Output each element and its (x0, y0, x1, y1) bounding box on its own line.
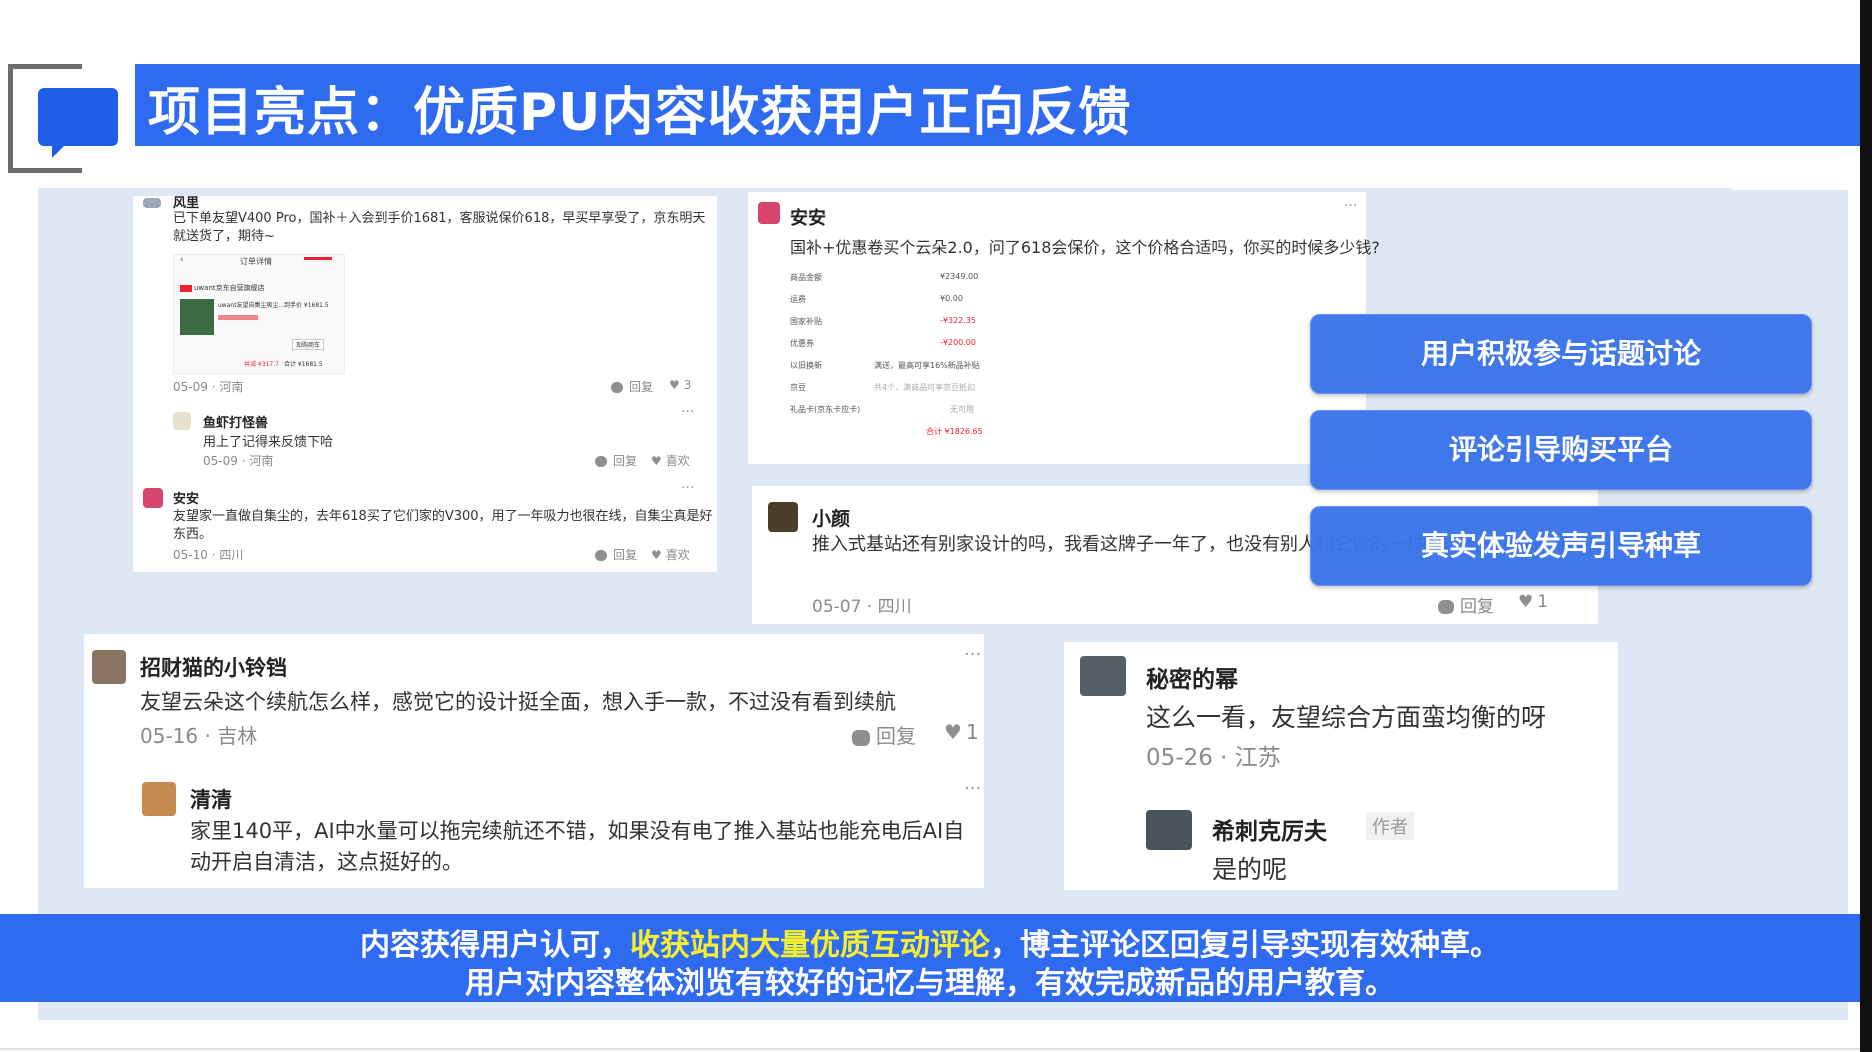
chat-bubble-icon (38, 88, 118, 146)
heart-icon: ♥ (651, 454, 662, 468)
comment-date: 05-09 (173, 380, 208, 394)
like-button[interactable]: ♥ 喜欢 (651, 546, 690, 563)
comment-location: 河南 (219, 380, 244, 394)
more-icon[interactable]: ··· (964, 644, 981, 665)
panel-notch (1732, 176, 1850, 190)
avatar (1080, 656, 1126, 696)
summary-line-2: 用户对内容整体浏览有较好的记忆与理解，有效完成新品的用户教育。 (465, 966, 1395, 1001)
comment-text: 友望家一直做自集尘的，去年618买了它们家的V300，用了一年吸力也很在线，自集… (173, 509, 713, 542)
like-button[interactable]: ♥ 1 (1518, 592, 1548, 612)
username: 秘密的幂 (1146, 667, 1238, 693)
comment-text: 友望云朵这个续航怎么样，感觉它的设计挺全面，想入手一款，不过没有看到续航 (140, 690, 896, 714)
more-icon[interactable]: ··· (681, 404, 694, 420)
order-screenshot: ‹ 订单详情 uwant京东自营旗舰店 uwant友望自集尘吸尘… 到手价 ¥1… (173, 254, 345, 374)
author-badge: 作者 (1366, 812, 1414, 840)
reply-button[interactable]: 回复 (611, 378, 653, 395)
window-edge (1860, 0, 1872, 1052)
avatar (758, 202, 780, 224)
callout-real-experience: 真实体验发声引导种草 (1310, 506, 1812, 586)
add-cart-button[interactable]: 加购商车 (292, 339, 325, 350)
header-frame-bottom (8, 168, 82, 173)
reply-icon (611, 382, 623, 393)
reply-button[interactable]: 回复 (1438, 592, 1494, 617)
comment-text: 是的呢 (1212, 855, 1288, 884)
header-frame-top (8, 64, 82, 69)
more-icon[interactable]: ··· (681, 480, 694, 496)
reply-icon (1438, 600, 1454, 614)
more-icon[interactable]: ··· (1344, 198, 1357, 214)
heart-icon: ♥ (651, 548, 662, 562)
order-store: uwant京东自营旗舰店 (194, 284, 265, 292)
username: 安安 (790, 208, 826, 229)
username: 希刺克厉夫 (1212, 819, 1327, 845)
username: 小颜 (812, 508, 851, 530)
reply-icon (595, 550, 607, 561)
heart-icon: ♥ (944, 720, 962, 744)
avatar (768, 502, 798, 532)
reply-icon (852, 729, 870, 746)
like-button[interactable]: ♥ 3 (669, 378, 691, 392)
comment-text: 国补+优惠卷买个云朵2.0，问了618会保价，这个价格合适吗，你买的时候多少钱? (790, 238, 1380, 257)
username: 风里 (173, 196, 200, 211)
heart-icon: ♥ (1518, 592, 1534, 612)
avatar (143, 488, 163, 508)
page-title: 项目亮点：优质PU内容收获用户正向反馈 (148, 83, 1132, 143)
like-button[interactable]: ♥ 1 (944, 720, 979, 744)
chat-bubble-tail-icon (52, 144, 66, 158)
product-thumbnail (180, 299, 214, 335)
reply-button[interactable]: 回复 (595, 546, 637, 563)
callout-participation: 用户积极参与话题讨论 (1310, 314, 1812, 394)
comment-text: 这么一看，友望综合方面蛮均衡的呀 (1146, 703, 1547, 732)
avatar (142, 782, 176, 816)
avatar (173, 412, 191, 430)
comment-card-bottom-right: 秘密的幂 这么一看，友望综合方面蛮均衡的呀 05-26 · 江苏 希刺克厉夫 作… (1064, 642, 1618, 890)
comment-card-bottom-left: 招财猫的小铃铛 ··· 友望云朵这个续航怎么样，感觉它的设计挺全面，想入手一款，… (84, 634, 984, 888)
comment-text: 用上了记得来反馈下哈 (203, 435, 334, 450)
reply-icon (595, 456, 607, 467)
like-button[interactable]: ♥ 喜欢 (651, 452, 690, 469)
comment-text: 已下单友望V400 Pro，国补＋入会到手价1681，客服说保价618，早买早享… (173, 211, 706, 244)
comment-text: 家里140平，AI中水量可以拖完续航还不错，如果没有电了推入基站也能充电后AI自… (190, 819, 965, 874)
avatar (92, 650, 126, 684)
avatar (143, 198, 161, 208)
more-icon[interactable]: ··· (964, 778, 981, 799)
username: 鱼虾打怪兽 (203, 416, 269, 431)
reply-button[interactable]: 回复 (852, 720, 916, 749)
comment-card-top-left: 风里 已下单友望V400 Pro，国补＋入会到手价1681，客服说保价618，早… (133, 196, 717, 572)
receipt-screenshot: 商品金额 ¥2349.00 运费 ¥0.00 国家补贴 -¥322.35 优惠券… (790, 272, 983, 436)
callout-purchase-guide: 评论引导购买平台 (1310, 410, 1812, 490)
header-frame-left (8, 64, 13, 173)
reply-button[interactable]: 回复 (595, 452, 637, 469)
comment-card-top-middle: 安安 ··· 国补+优惠卷买个云朵2.0，问了618会保价，这个价格合适吗，你买… (748, 192, 1380, 464)
heart-icon: ♥ (669, 378, 680, 392)
bottom-divider (0, 1048, 1860, 1050)
username: 安安 (173, 492, 200, 507)
username: 招财猫的小铃铛 (140, 656, 287, 680)
order-header: 订单详情 (240, 257, 272, 266)
avatar (1146, 810, 1192, 850)
username: 清清 (190, 788, 232, 812)
